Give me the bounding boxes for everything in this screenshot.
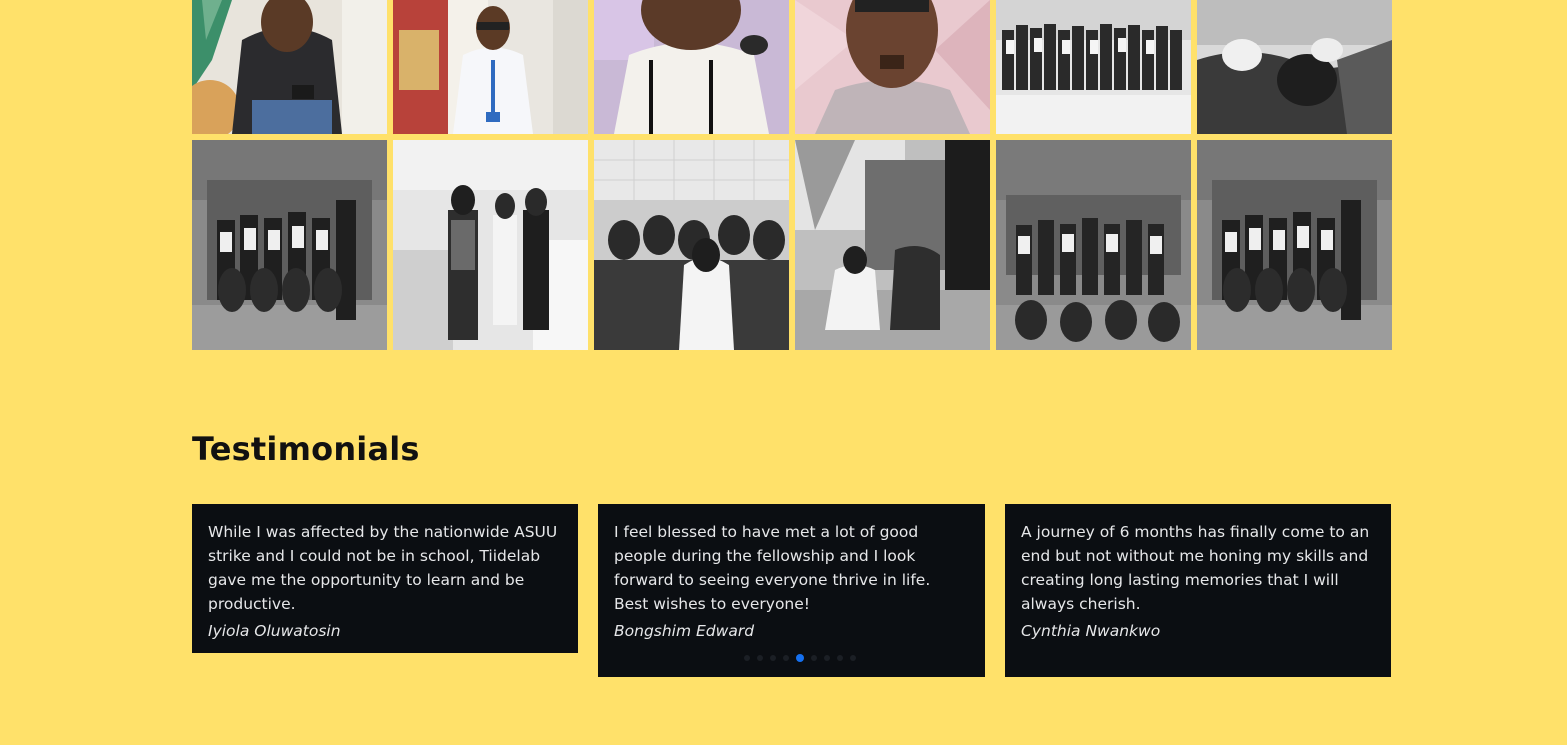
- gallery-photo[interactable]: [996, 140, 1191, 350]
- gallery-photo[interactable]: [1197, 0, 1392, 134]
- carousel-dot[interactable]: [850, 655, 856, 661]
- gallery-photo[interactable]: [795, 140, 990, 350]
- carousel-pagination: [744, 654, 856, 662]
- testimonial-author: Iyiola Oluwatosin: [208, 622, 341, 640]
- testimonial-author: Bongshim Edward: [614, 622, 755, 640]
- carousel-dot[interactable]: [811, 655, 817, 661]
- testimonial-card[interactable]: While I was affected by the nationwide A…: [192, 504, 578, 653]
- gallery-photo[interactable]: [192, 140, 387, 350]
- carousel-dot[interactable]: [770, 655, 776, 661]
- gallery-photo[interactable]: [594, 140, 789, 350]
- testimonial-quote: While I was affected by the nationwide A…: [208, 523, 558, 613]
- gallery-photo[interactable]: [393, 140, 588, 350]
- page: Testimonials While I was affected by the…: [0, 0, 1567, 745]
- carousel-dot[interactable]: [783, 655, 789, 661]
- carousel-dot[interactable]: [837, 655, 843, 661]
- testimonial-quote: A journey of 6 months has finally come t…: [1021, 523, 1370, 613]
- gallery-photo[interactable]: [1197, 140, 1392, 350]
- testimonials-heading: Testimonials: [192, 430, 420, 468]
- gallery-photo[interactable]: [192, 0, 387, 134]
- testimonial-card[interactable]: A journey of 6 months has finally come t…: [1005, 504, 1391, 677]
- testimonial-author: Cynthia Nwankwo: [1021, 622, 1161, 640]
- testimonial-quote: I feel blessed to have met a lot of good…: [614, 523, 931, 613]
- carousel-dot[interactable]: [824, 655, 830, 661]
- gallery-photo[interactable]: [594, 0, 789, 134]
- gallery-photo[interactable]: [996, 0, 1191, 134]
- gallery-photo[interactable]: [393, 0, 588, 134]
- carousel-dot[interactable]: [744, 655, 750, 661]
- gallery-photo[interactable]: [795, 0, 990, 134]
- carousel-dot-active[interactable]: [796, 654, 804, 662]
- carousel-dot[interactable]: [757, 655, 763, 661]
- testimonial-card[interactable]: I feel blessed to have met a lot of good…: [598, 504, 985, 677]
- photo-gallery: [192, 0, 1392, 350]
